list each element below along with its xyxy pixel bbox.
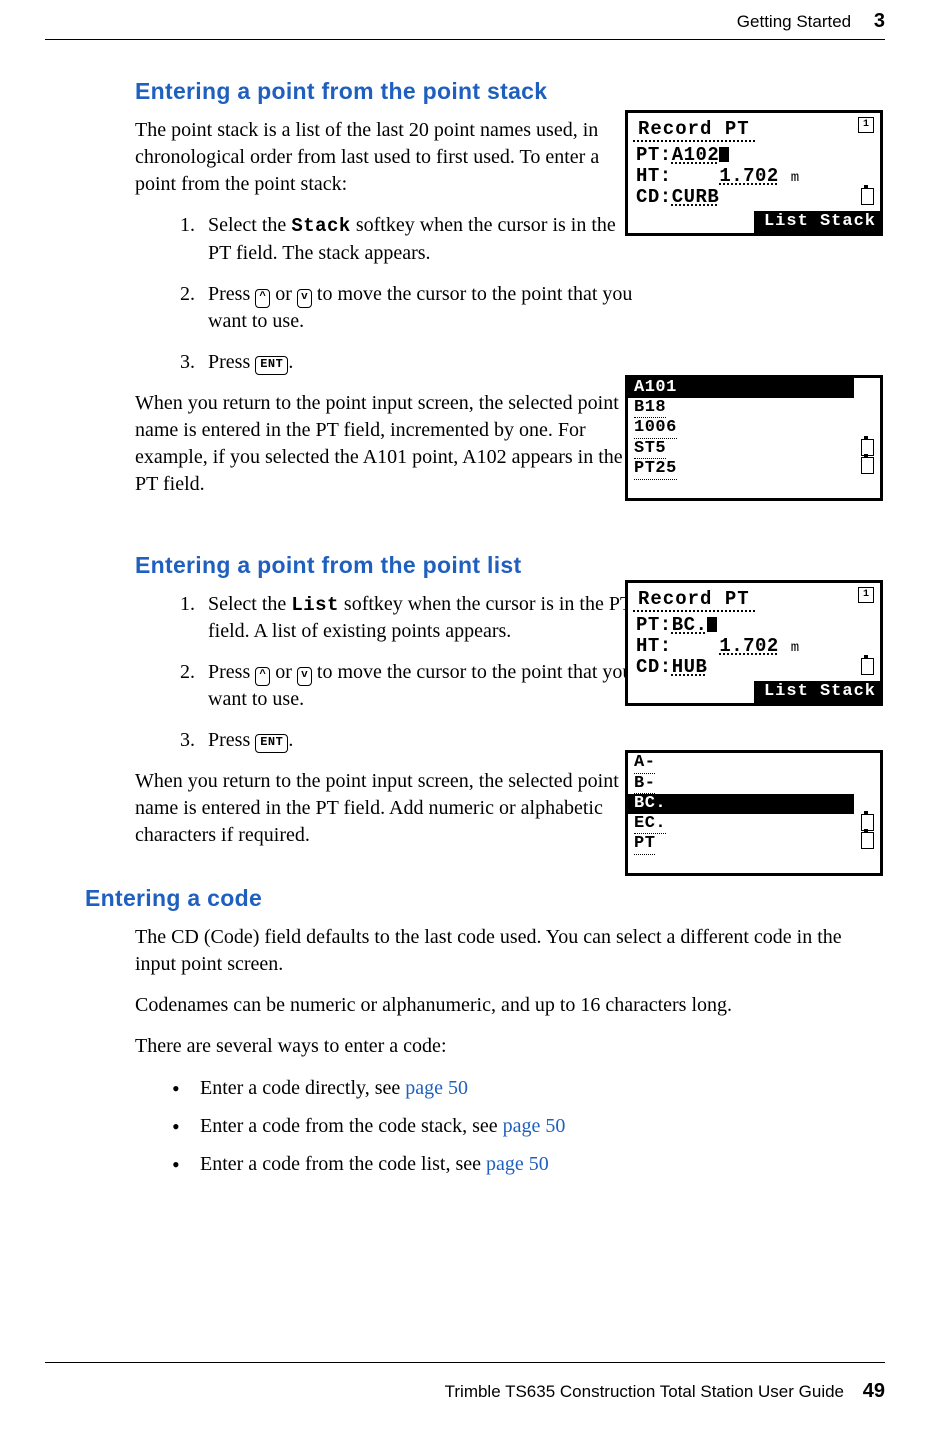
indicator-icon: 1: [858, 117, 874, 133]
lcd-stack-list: A101 B18 1006 ST5 PT25: [625, 375, 883, 501]
section-title-point-stack: Entering a point from the point stack: [135, 78, 885, 105]
lcd-softbar: List Stack: [754, 211, 880, 233]
list-item: PT: [634, 834, 655, 855]
list-item: EC.: [634, 814, 666, 835]
list-item: B18: [634, 398, 666, 419]
footer-rule: [45, 1362, 885, 1363]
steps-point-list: Select the List softkey when the cursor …: [155, 591, 640, 755]
list-item: BC.: [628, 794, 854, 814]
battery-icon: [861, 658, 874, 675]
list-item: 1006: [634, 418, 677, 439]
lcd-pt-row: PT:BC.: [628, 615, 880, 636]
list-item: PT25: [634, 459, 677, 480]
header-chapter: 3: [874, 10, 885, 32]
lcd-ht-row: HT: 1.702 m: [628, 166, 880, 187]
step-2: Press ^ or v to move the cursor to the p…: [200, 281, 640, 335]
step-2: Press ^ or v to move the cursor to the p…: [200, 659, 640, 713]
lcd-softbar: List Stack: [754, 681, 880, 703]
bullet-direct: Enter a code directly, see page 50: [200, 1074, 885, 1102]
code-p1: The CD (Code) field defaults to the last…: [135, 924, 885, 978]
lcd-title: Record PT: [633, 585, 755, 612]
footer-guide: Trimble TS635 Construction Total Station…: [445, 1382, 844, 1401]
battery-icon: [861, 188, 874, 205]
battery-icon: [861, 439, 874, 456]
step-3: Press ENT.: [200, 349, 640, 376]
list-item: B-: [634, 774, 655, 795]
list-item: A-: [634, 753, 655, 774]
softkey-stack: Stack: [291, 215, 351, 237]
cursor-icon: [719, 147, 729, 162]
step-1: Select the Stack softkey when the cursor…: [200, 212, 640, 267]
footer-page: 49: [863, 1380, 885, 1402]
step-3: Press ENT.: [200, 727, 640, 754]
page-footer: Trimble TS635 Construction Total Station…: [445, 1380, 885, 1403]
intro-point-stack: The point stack is a list of the last 20…: [135, 117, 635, 198]
cursor-icon: [707, 617, 717, 632]
lcd-record-pt-stack: Record PT 1 PT:A102 HT: 1.702 m CD:CURB …: [625, 110, 883, 236]
lcd-record-pt-list: Record PT 1 PT:BC. HT: 1.702 m CD:HUB Li…: [625, 580, 883, 706]
page-header: Getting Started 3: [45, 10, 885, 33]
lcd-pt-row: PT:A102: [628, 145, 880, 166]
list-item: ST5: [634, 439, 666, 460]
bullet-list: Enter a code from the code list, see pag…: [200, 1150, 885, 1178]
lcd-ht-row: HT: 1.702 m: [628, 636, 880, 657]
section-title-point-list: Entering a point from the point list: [135, 552, 885, 579]
lcd-cd-row: CD:HUB: [628, 657, 880, 678]
outro-point-stack: When you return to the point input scree…: [135, 390, 635, 498]
battery-icon: [861, 457, 874, 474]
lcd-title: Record PT: [633, 115, 755, 142]
up-key-icon: ^: [255, 667, 270, 686]
list-item: A101: [628, 378, 854, 398]
link-page-50[interactable]: page 50: [405, 1077, 468, 1099]
code-bullets: Enter a code directly, see page 50 Enter…: [155, 1074, 885, 1178]
step-1: Select the List softkey when the cursor …: [200, 591, 640, 646]
indicator-icon: 1: [858, 587, 874, 603]
link-page-50[interactable]: page 50: [503, 1115, 566, 1137]
battery-icon: [861, 814, 874, 831]
header-section: Getting Started: [737, 12, 851, 31]
code-p2: Codenames can be numeric or alphanumeric…: [135, 992, 885, 1019]
up-key-icon: ^: [255, 289, 270, 308]
page: Getting Started 3 Entering a point from …: [0, 0, 930, 1431]
code-p3: There are several ways to enter a code:: [135, 1033, 885, 1060]
softkey-list: List: [291, 594, 339, 616]
steps-point-stack: Select the Stack softkey when the cursor…: [155, 212, 640, 376]
header-rule: [45, 39, 885, 40]
down-key-icon: v: [297, 289, 312, 308]
battery-icon: [861, 832, 874, 849]
ent-key-icon: ENT: [255, 356, 288, 375]
outro-point-list: When you return to the point input scree…: [135, 768, 635, 849]
section-title-code: Entering a code: [85, 885, 885, 912]
link-page-50[interactable]: page 50: [486, 1153, 549, 1175]
bullet-stack: Enter a code from the code stack, see pa…: [200, 1112, 885, 1140]
lcd-point-list: A- B- BC. EC. PT: [625, 750, 883, 876]
lcd-cd-row: CD:CURB: [628, 187, 880, 208]
down-key-icon: v: [297, 667, 312, 686]
ent-key-icon: ENT: [255, 734, 288, 753]
